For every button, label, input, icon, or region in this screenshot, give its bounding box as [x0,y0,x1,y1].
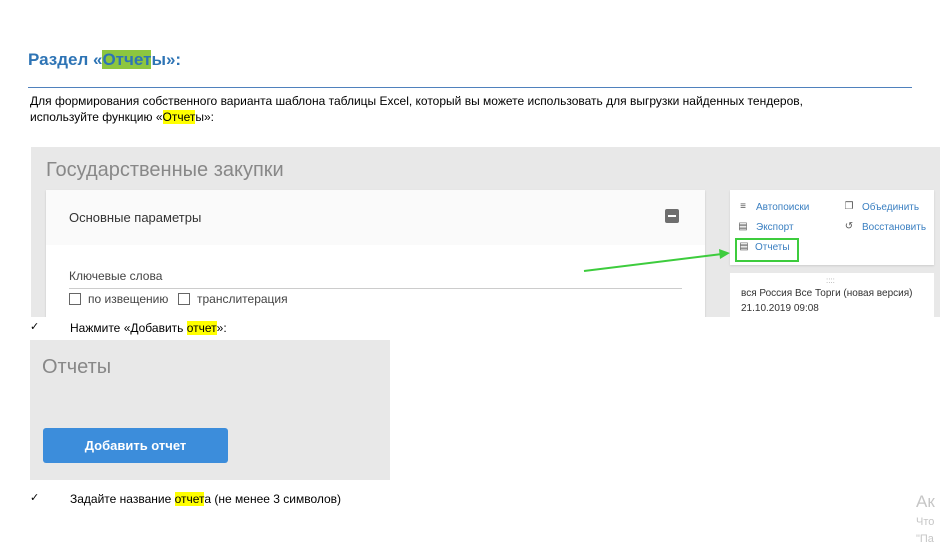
heading-divider [28,87,912,88]
restore-icon: ↺ [844,221,854,232]
step1-suffix: »: [216,321,227,335]
step1-highlight: отчет [186,321,217,335]
main-params-title: Основные параметры [69,210,202,225]
step2-suffix: а (не менее 3 символов) [204,492,342,506]
transliteration-label: транслитерация [197,292,288,306]
screenshot-reports: Отчеты Добавить отчет [30,340,390,480]
restore-link[interactable]: Восстановить [862,222,926,233]
heading-prefix: Раздел « [28,50,103,69]
step-name-report: Задайте название отчета (не менее 3 симв… [70,492,341,506]
keywords-input[interactable] [69,288,682,289]
intro-highlight: Отчет [162,110,196,124]
step1-prefix: Нажмите «Добавить [70,321,187,335]
reports-link[interactable]: Отчеты [755,242,790,253]
actions-menu: ≡ Автопоиски ❐ Объединить ▤ Экспорт ↺ Во… [730,190,934,265]
step2-highlight: отчет [174,492,205,506]
procurement-title: Государственные закупки [46,159,284,181]
drag-handle-icon[interactable]: :::: [826,276,835,285]
intro-line2: используйте функцию «Отчеты»: [30,109,910,125]
reports-icon: ▤ [739,241,749,252]
saved-search-name: вся Россия Все Торги (новая версия) [741,288,913,299]
export-icon: ▤ [738,221,748,232]
reports-title: Отчеты [42,356,112,378]
screenshot-procurement: Государственные закупки Основные парамет… [31,147,940,317]
step-add-report: Нажмите «Добавить отчет»: [70,321,227,335]
main-params-card: Основные параметры Ключевые слова по изв… [46,190,705,317]
checkmark-icon: ✓ [30,492,40,504]
main-params-header[interactable]: Основные параметры [46,190,705,245]
autosearch-link[interactable]: Автопоиски [756,202,809,213]
saved-search-card[interactable]: :::: вся Россия Все Торги (новая версия)… [730,273,934,317]
unite-icon: ❐ [844,201,854,212]
activation-watermark-line2: "Па [916,533,934,545]
add-report-button[interactable]: Добавить отчет [43,428,228,463]
activation-watermark-title: Ак [916,492,935,511]
export-link[interactable]: Экспорт [756,222,794,233]
heading-suffix: ы»: [151,50,182,69]
unite-link[interactable]: Объединить [862,202,919,213]
collapse-icon[interactable] [665,209,679,223]
intro-paragraph: Для формирования собственного варианта ш… [30,93,910,125]
autosearch-icon: ≡ [740,201,746,212]
saved-search-date: 21.10.2019 09:08 [741,303,819,314]
checkmark-icon: ✓ [30,321,40,333]
by-notice-checkbox[interactable] [69,293,81,305]
transliteration-checkbox[interactable] [178,293,190,305]
intro-line1: Для формирования собственного варианта ш… [30,94,803,108]
section-heading: Раздел «Отчеты»: [28,50,181,70]
intro-line2-prefix: используйте функцию « [30,110,163,124]
keywords-label: Ключевые слова [69,269,163,283]
step2-prefix: Задайте название [70,492,175,506]
heading-highlight: Отчет [102,50,152,69]
intro-line2-suffix: ы»: [195,110,215,124]
activation-watermark-line1: Что [916,516,935,528]
by-notice-label: по извещению [88,292,169,306]
